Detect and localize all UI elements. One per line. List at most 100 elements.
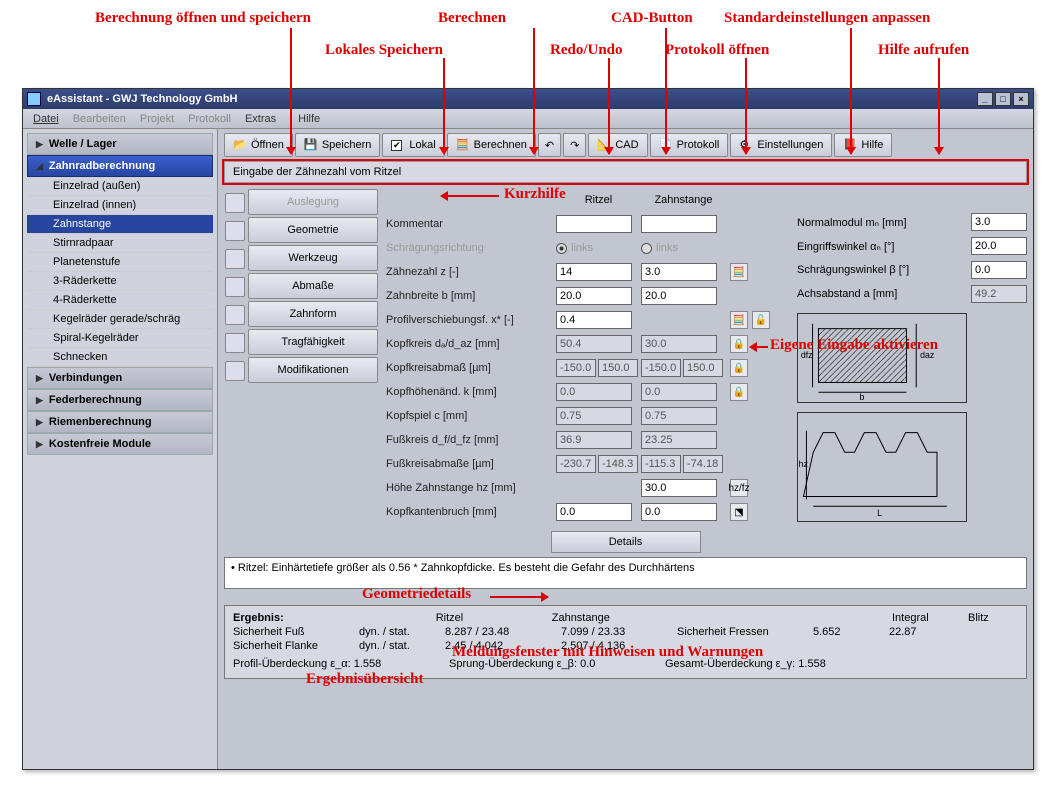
sidebar-item[interactable]: Einzelrad (innen)	[27, 196, 213, 215]
result-sub: dyn. / stat.	[359, 640, 429, 652]
menu-protokoll[interactable]: Protokoll	[188, 113, 231, 125]
sidebar-item[interactable]: Planetenstufe	[27, 253, 213, 272]
undo-button[interactable]: ↶	[538, 133, 561, 157]
sidebar-item[interactable]: Schnecken	[27, 348, 213, 367]
input-kopfab-z2	[683, 359, 723, 377]
unlock-icon-button[interactable]: 🔓	[752, 311, 770, 329]
label-fusskreis: Fußkreis d_f/d_fz [mm]	[386, 434, 556, 446]
annotation: Berechnen	[438, 10, 506, 27]
sidebar-item[interactable]: Spiral-Kegelräder	[27, 329, 213, 348]
help-button[interactable]: 📕Hilfe	[834, 133, 892, 157]
annotation: Hilfe aufrufen	[878, 42, 969, 59]
sidebar-header-feder[interactable]: Federberechnung	[27, 389, 213, 411]
chamfer-icon-button[interactable]: ⬔	[730, 503, 748, 521]
input-kopfab-r1	[556, 359, 596, 377]
tab-geometrie[interactable]: Geometrie	[248, 217, 378, 243]
close-button[interactable]: ×	[1013, 92, 1029, 106]
sidebar-item[interactable]: Stirnradpaar	[27, 234, 213, 253]
tab-auslegung[interactable]: Auslegung	[248, 189, 378, 215]
menu-bearbeiten[interactable]: Bearbeiten	[73, 113, 126, 125]
input-a	[971, 285, 1027, 303]
redo-button[interactable]: ↷	[563, 133, 586, 157]
annotation: Lokales Speichern	[325, 42, 443, 59]
local-checkbox[interactable]: ✔Lokal	[382, 133, 444, 157]
input-c-zahnstange	[641, 407, 717, 425]
col-blitz: Blitz	[968, 612, 1018, 624]
undo-icon: ↶	[545, 139, 554, 152]
cad-button[interactable]: 📐CAD	[588, 133, 647, 157]
ratio-icon-button[interactable]: hz/fz	[730, 479, 748, 497]
menu-hilfe[interactable]: Hilfe	[298, 113, 320, 125]
input-da-ritzel	[556, 335, 632, 353]
label-zaehnezahl: Zähnezahl z [-]	[386, 266, 556, 278]
label-fusskreisab: Fußkreisabmaße [µm]	[386, 458, 556, 470]
input-z-zahnstange[interactable]	[641, 263, 717, 281]
sidebar-header-kosten[interactable]: Kostenfreie Module	[27, 433, 213, 455]
input-x-ritzel[interactable]	[556, 311, 632, 329]
label-schraegung: Schrägungsrichtung	[386, 242, 556, 254]
label-normalmodul: Normalmodul mₙ [mm]	[797, 216, 971, 229]
input-alpha[interactable]	[971, 237, 1027, 255]
calculate-button[interactable]: 🧮Berechnen	[447, 133, 536, 157]
open-button[interactable]: 📂Öffnen	[224, 133, 293, 157]
lock-icon-button[interactable]: 🔒	[730, 335, 748, 353]
sidebar-header-riemen[interactable]: Riemenberechnung	[27, 411, 213, 433]
label-achs: Achsabstand a [mm]	[797, 288, 971, 300]
input-b-ritzel[interactable]	[556, 287, 632, 305]
input-kommentar-ritzel[interactable]	[556, 215, 632, 233]
lock-icon-button[interactable]: 🔒	[730, 359, 748, 377]
calculator-icon-button[interactable]: 🧮	[730, 263, 748, 281]
label-kommentar: Kommentar	[386, 218, 556, 230]
sidebar-item-selected[interactable]: Zahnstange	[27, 215, 213, 234]
input-kommentar-zahnstange[interactable]	[641, 215, 717, 233]
input-kk-zahnstange[interactable]	[641, 503, 717, 521]
menu-extras[interactable]: Extras	[245, 113, 276, 125]
input-hz[interactable]	[641, 479, 717, 497]
tab-modifikationen[interactable]: Modifikationen	[248, 357, 378, 383]
result-val: 8.287 / 23.48	[445, 626, 545, 638]
menu-datei[interactable]: Datei	[33, 113, 59, 125]
svg-text:L: L	[877, 508, 882, 518]
input-fussab-r1	[556, 455, 596, 473]
col-header-ritzel: Ritzel	[556, 194, 641, 206]
folder-open-icon: 📂	[233, 138, 247, 152]
tab-icon	[225, 305, 245, 325]
titlebar: eAssistant - GWJ Technology GmbH _ □ ×	[23, 89, 1033, 109]
sidebar-header-verbindungen[interactable]: Verbindungen	[27, 367, 213, 389]
input-b-zahnstange[interactable]	[641, 287, 717, 305]
radio-links-zahnstange[interactable]: links	[641, 242, 717, 254]
input-mn[interactable]	[971, 213, 1027, 231]
tab-icon	[225, 221, 245, 241]
input-kk-ritzel[interactable]	[556, 503, 632, 521]
save-button[interactable]: 💾Speichern	[295, 133, 381, 157]
radio-links-ritzel[interactable]: links	[556, 242, 632, 254]
label-eingriff: Eingriffswinkel αₙ [°]	[797, 240, 971, 253]
result-panel: Ergebnis: Ritzel Zahnstange Integral Bli…	[224, 605, 1027, 679]
sidebar-header-welle[interactable]: Welle / Lager	[27, 133, 213, 155]
input-z-ritzel[interactable]	[556, 263, 632, 281]
tab-werkzeug[interactable]: Werkzeug	[248, 245, 378, 271]
minimize-button[interactable]: _	[977, 92, 993, 106]
input-da-zahnstange	[641, 335, 717, 353]
col-header-zahnstange: Zahnstange	[641, 194, 726, 206]
maximize-button[interactable]: □	[995, 92, 1011, 106]
tab-abmasse[interactable]: Abmaße	[248, 273, 378, 299]
tab-zahnform[interactable]: Zahnform	[248, 301, 378, 327]
sidebar-item[interactable]: Kegelräder gerade/schräg	[27, 310, 213, 329]
input-kopfab-z1	[641, 359, 681, 377]
lock-icon-button[interactable]: 🔒	[730, 383, 748, 401]
result-val: 7.099 / 23.33	[561, 626, 661, 638]
sidebar-header-zahnrad[interactable]: Zahnradberechnung	[27, 155, 213, 177]
sidebar-item[interactable]: 3-Räderkette	[27, 272, 213, 291]
window-title: eAssistant - GWJ Technology GmbH	[47, 93, 238, 105]
input-beta[interactable]	[971, 261, 1027, 279]
tab-tragfaehigkeit[interactable]: Tragfähigkeit	[248, 329, 378, 355]
details-button[interactable]: Details	[551, 531, 701, 553]
menu-projekt[interactable]: Projekt	[140, 113, 174, 125]
result-val: 22.87	[889, 626, 939, 638]
sidebar-item[interactable]: 4-Räderkette	[27, 291, 213, 310]
svg-text:hz: hz	[799, 459, 808, 469]
sidebar-item[interactable]: Einzelrad (außen)	[27, 177, 213, 196]
calculator-icon-button[interactable]: 🧮	[730, 311, 748, 329]
input-kopfab-r2	[598, 359, 638, 377]
